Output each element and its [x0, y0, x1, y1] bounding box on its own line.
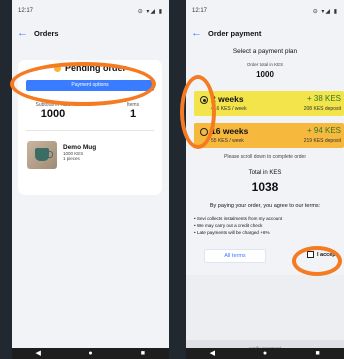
- status-bar: 12:17 ⊝ ▾◢ ▮: [186, 0, 344, 22]
- recents-nav-icon[interactable]: ■: [139, 350, 146, 357]
- home-nav-icon[interactable]: ●: [261, 350, 268, 357]
- scroll-note: Please scroll down to complete order: [224, 154, 306, 160]
- status-time: 12:17: [18, 8, 34, 14]
- annotation-ellipse: [10, 62, 156, 106]
- plan-weeks: 2 weeks: [211, 94, 244, 104]
- plan-per-week: 55 KES / week: [211, 138, 244, 144]
- product-qty: 1 pieces: [63, 156, 80, 161]
- plan-deposit: 219 KES deposit: [303, 138, 341, 144]
- plan-deposit: 208 KES deposit: [303, 106, 341, 112]
- android-nav-bar: ◀ ● ■: [186, 348, 344, 359]
- orders-screen: 12:17 ⊝ ▾◢ ▮ ← Orders Pending order Paym…: [12, 0, 169, 359]
- plan-per-week: 416 KES / week: [211, 106, 247, 112]
- items-value: 1: [129, 108, 137, 120]
- list-item: Late payments will be charged +6%: [194, 229, 282, 236]
- mug-icon: [35, 148, 53, 161]
- app-bar: ← Orders: [12, 22, 169, 44]
- app-bar: ← Order payment: [186, 22, 344, 44]
- all-terms-button[interactable]: All terms: [204, 249, 266, 263]
- status-icons: ⊝ ▾◢ ▮: [137, 8, 163, 15]
- spacer: [186, 275, 344, 340]
- page-title: Order payment: [208, 28, 262, 38]
- total-value: 1038: [251, 180, 279, 194]
- subtotal-value: 1000: [40, 108, 66, 120]
- list-item: Sevi collects instalments from my accoun…: [194, 215, 282, 222]
- select-plan-label: Select a payment plan: [232, 48, 298, 55]
- divider: [26, 130, 154, 131]
- plan-option-16-weeks[interactable]: 16 weeks 55 KES / week + 94 KES 219 KES …: [194, 123, 344, 148]
- order-total-value: 1000: [256, 70, 274, 79]
- back-arrow-icon[interactable]: ←: [17, 27, 28, 39]
- back-arrow-icon[interactable]: ←: [191, 27, 202, 39]
- product-info: Demo Mug 1000 KES 1 pieces: [63, 144, 96, 161]
- terms-list: Sevi collects instalments from my accoun…: [194, 215, 282, 236]
- status-bar: 12:17 ⊝ ▾◢ ▮: [12, 0, 169, 22]
- product-name: Demo Mug: [63, 144, 97, 151]
- plan-extra: + 94 KES: [306, 126, 341, 135]
- back-nav-icon[interactable]: ◀: [209, 350, 216, 357]
- status-icons: ⊝ ▾◢ ▮: [312, 8, 338, 15]
- back-nav-icon[interactable]: ◀: [35, 350, 42, 357]
- annotation-ellipse: [180, 75, 216, 149]
- android-nav-bar: ◀ ● ■: [12, 348, 169, 359]
- items-stat: Items 1: [118, 102, 148, 120]
- plan-extra: + 38 KES: [306, 94, 341, 103]
- payment-screen: 12:17 ⊝ ▾◢ ▮ ← Order payment Select a pa…: [186, 0, 344, 359]
- plan-weeks: 16 weeks: [211, 126, 249, 136]
- page-title: Orders: [34, 28, 59, 38]
- plan-option-2-weeks[interactable]: 2 weeks 416 KES / week + 38 KES 208 KES …: [194, 91, 344, 116]
- terms-heading: By paying your order, you agree to our t…: [209, 203, 321, 209]
- order-total-label: Order total in KES: [246, 62, 284, 67]
- list-item: We may carry out a credit check: [194, 222, 282, 229]
- status-time: 12:17: [192, 8, 208, 14]
- product-image: [27, 141, 57, 169]
- annotation-ellipse: [292, 246, 342, 276]
- total-label: Total in KES: [248, 170, 282, 176]
- home-nav-icon[interactable]: ●: [87, 350, 94, 357]
- recents-nav-icon[interactable]: ■: [314, 350, 321, 357]
